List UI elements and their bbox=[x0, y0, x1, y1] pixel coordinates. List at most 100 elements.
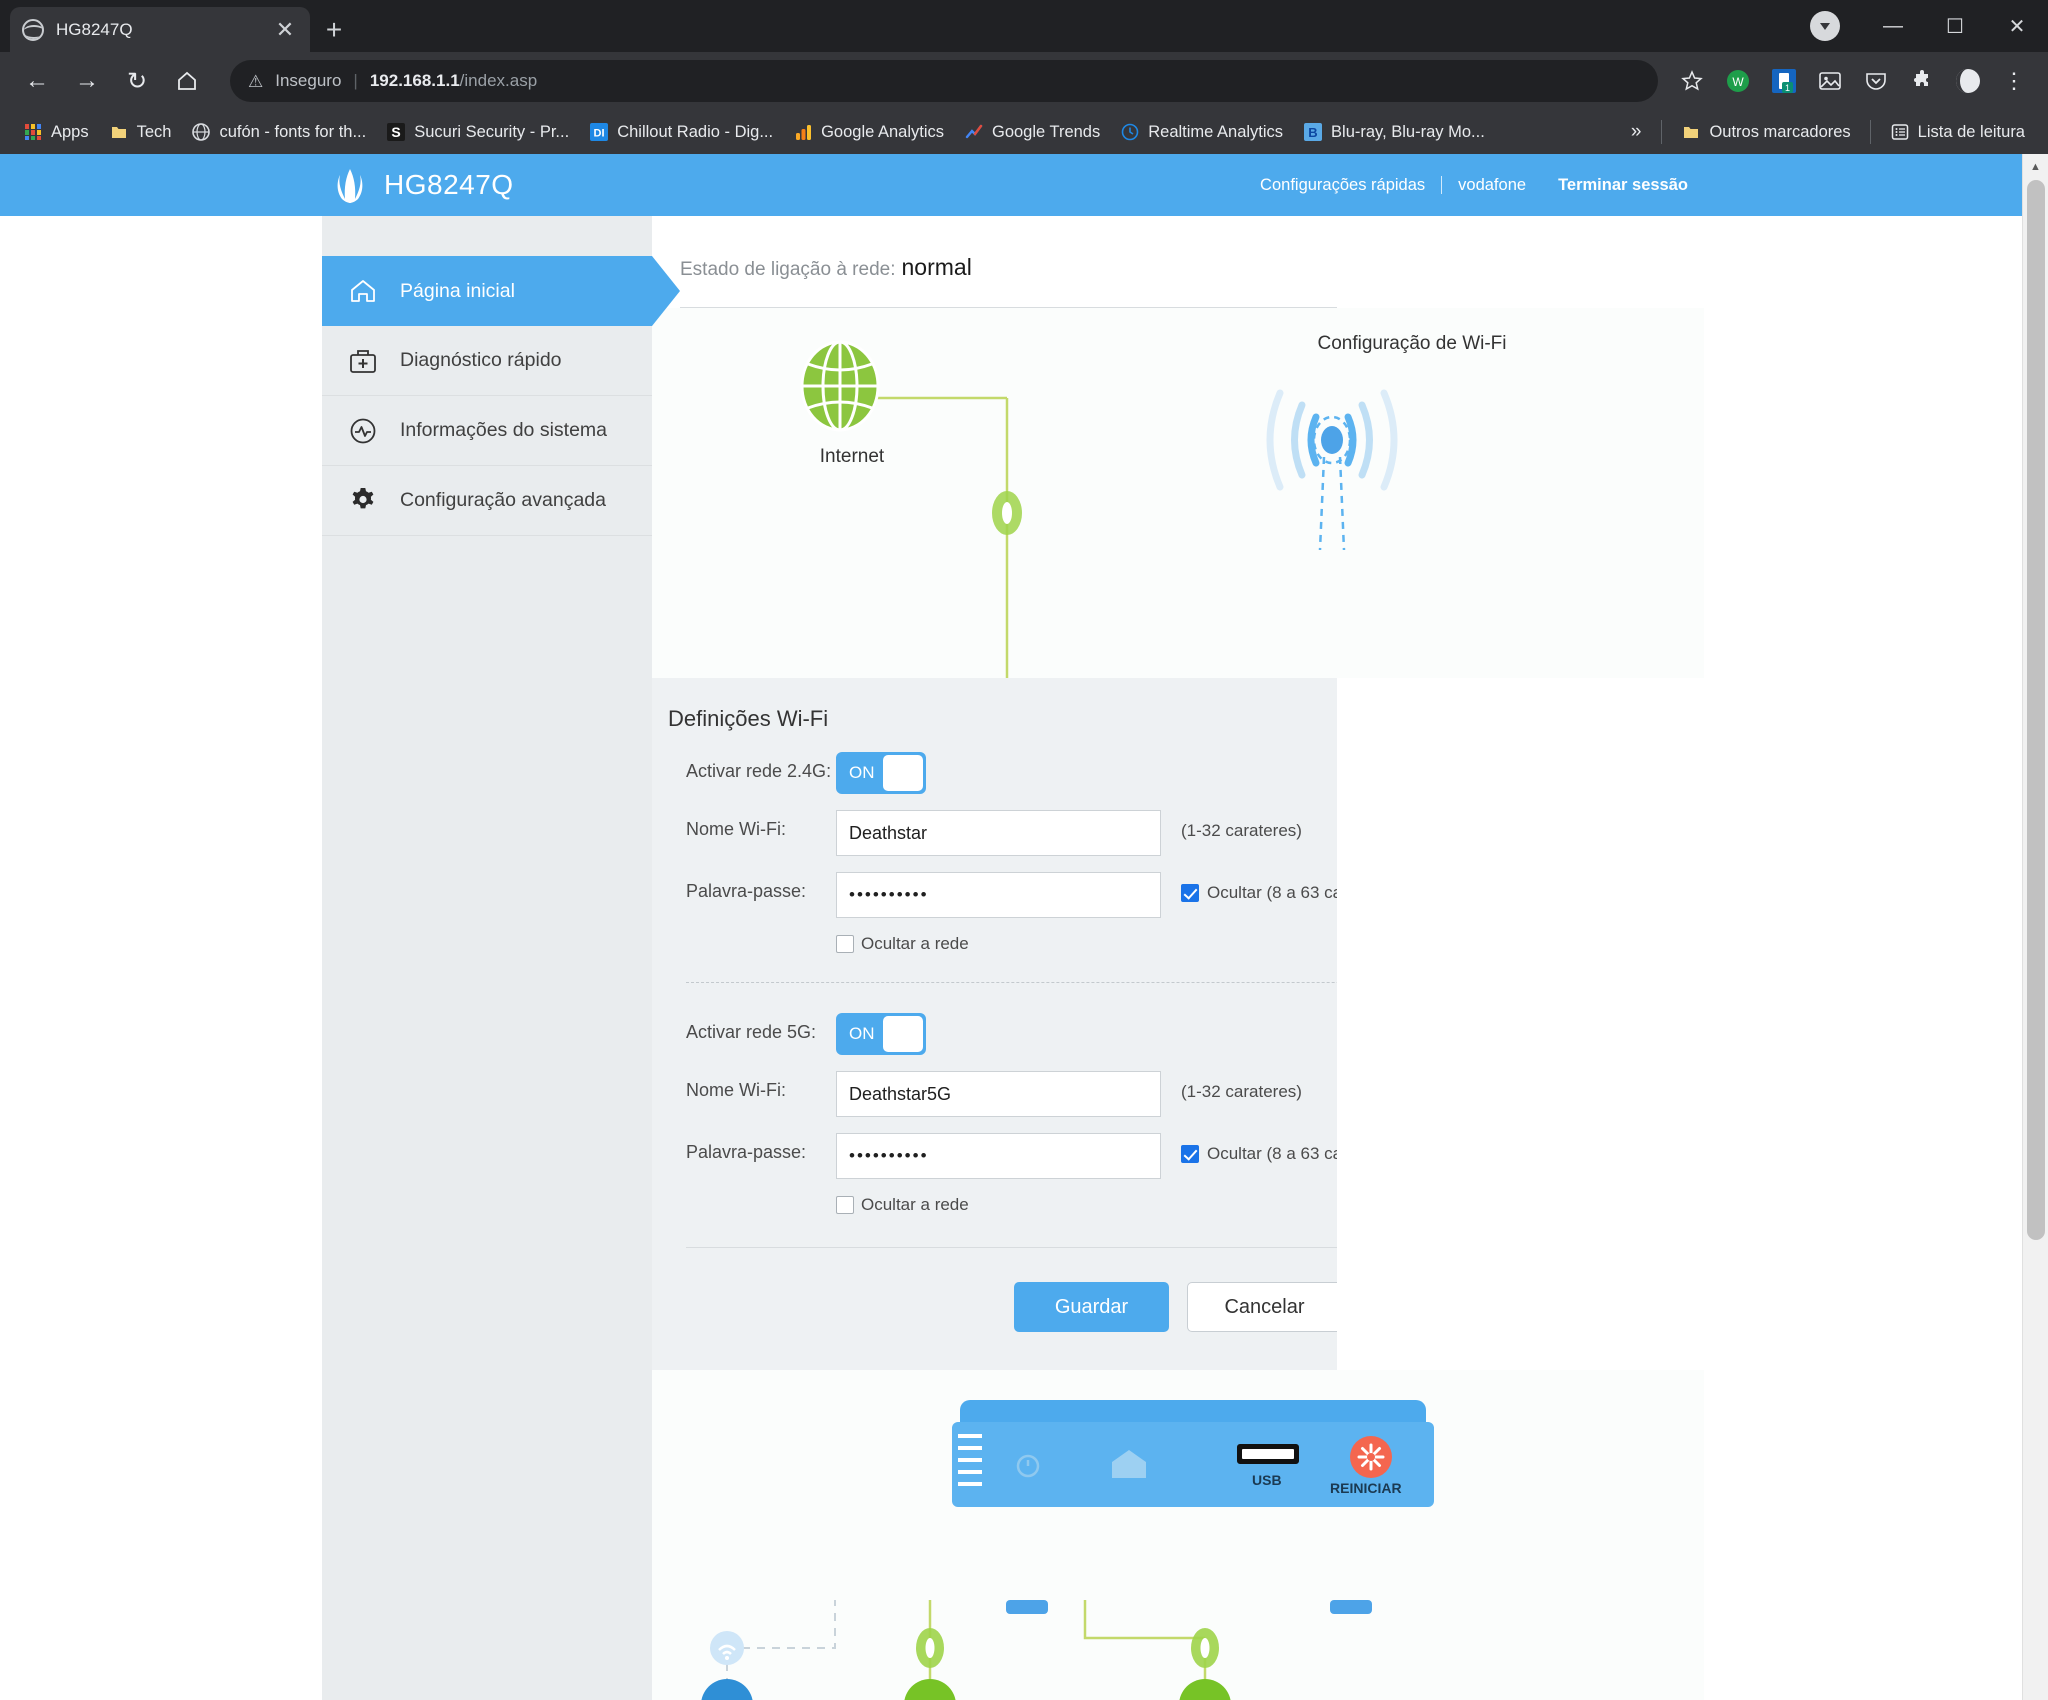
letter-s-icon: S bbox=[386, 122, 406, 142]
bookmarks-overflow-button[interactable]: » bbox=[1621, 117, 1652, 147]
usb-label: USB bbox=[1252, 1472, 1282, 1488]
network-topology-diagram: Internet Configuração de Wi-Fi bbox=[652, 308, 1704, 678]
back-icon[interactable]: ← bbox=[14, 58, 60, 104]
bookmarks-divider-2 bbox=[1869, 120, 1871, 144]
ssid-24g-hint: (1-32 carateres) bbox=[1181, 821, 1302, 840]
sidebar-item-label: Configuração avançada bbox=[400, 489, 606, 511]
tab-title: HG8247Q bbox=[56, 19, 133, 39]
security-label: Inseguro bbox=[275, 71, 342, 90]
bookmark-bluray[interactable]: B Blu-ray, Blu-ray Mo... bbox=[1294, 117, 1494, 147]
password-5g-input[interactable] bbox=[836, 1133, 1161, 1179]
folder-icon bbox=[1681, 122, 1701, 142]
download-indicator-icon[interactable] bbox=[1810, 11, 1840, 41]
pulse-circle-icon bbox=[346, 414, 380, 448]
url-host: 192.168.1.1 bbox=[369, 71, 460, 90]
address-bar[interactable]: ⚠ Inseguro | 192.168.1.1/index.asp bbox=[230, 60, 1658, 102]
router-brand-text: HG8247Q bbox=[384, 169, 514, 200]
new-tab-button[interactable]: + bbox=[310, 7, 358, 52]
sidebar-item-advanced-config[interactable]: Configuração avançada bbox=[322, 466, 652, 536]
globe-icon bbox=[191, 122, 211, 142]
page-scrollbar[interactable]: ▲ bbox=[2022, 154, 2048, 1700]
minimize-button[interactable]: — bbox=[1862, 0, 1924, 52]
hide-password-24g-checkbox[interactable] bbox=[1181, 884, 1199, 902]
enable-5g-toggle[interactable]: ON bbox=[836, 1013, 926, 1055]
sidebar-item-system-info[interactable]: Informações do sistema bbox=[322, 396, 652, 466]
bookmark-google-analytics[interactable]: Google Analytics bbox=[784, 117, 953, 147]
bookmark-sucuri[interactable]: S Sucuri Security - Pr... bbox=[377, 117, 578, 147]
sidebar-item-quick-diagnosis[interactable]: Diagnóstico rápido bbox=[322, 326, 652, 396]
cancel-button[interactable]: Cancelar bbox=[1187, 1282, 1342, 1332]
enable-24g-label: Activar rede 2.4G: bbox=[686, 761, 832, 781]
save-button[interactable]: Guardar bbox=[1014, 1282, 1169, 1332]
bookmark-apps[interactable]: Apps bbox=[14, 117, 98, 147]
bookmark-label: Sucuri Security - Pr... bbox=[414, 122, 570, 141]
bookmark-label: Google Trends bbox=[992, 122, 1101, 141]
close-icon[interactable]: ✕ bbox=[272, 18, 298, 41]
globe-green-icon bbox=[792, 338, 912, 434]
client-devices-diagram bbox=[701, 1600, 1372, 1700]
internet-node: Internet bbox=[792, 338, 912, 468]
sidebar-item-label: Diagnóstico rápido bbox=[400, 349, 562, 371]
image-icon[interactable] bbox=[1810, 61, 1850, 101]
password-24g-input[interactable] bbox=[836, 872, 1161, 918]
warning-triangle-icon: ⚠ bbox=[248, 71, 264, 91]
first-aid-kit-icon bbox=[346, 344, 380, 378]
router-device-illustration: USB REINICIAR bbox=[952, 1400, 1434, 1507]
extension-green-icon[interactable]: W bbox=[1718, 61, 1758, 101]
extensions-puzzle-icon[interactable] bbox=[1902, 61, 1942, 101]
enable-5g-label: Activar rede 5G: bbox=[686, 1022, 817, 1042]
forward-icon[interactable]: → bbox=[64, 58, 110, 104]
extension-blue-icon[interactable]: 1 bbox=[1764, 61, 1804, 101]
page-viewport: HG8247Q Configurações rápidas vodafone T… bbox=[0, 154, 2048, 1700]
reading-list-button[interactable]: Lista de leitura bbox=[1881, 117, 2034, 147]
pocket-icon[interactable] bbox=[1856, 61, 1896, 101]
bookmark-realtime-analytics[interactable]: Realtime Analytics bbox=[1111, 117, 1292, 147]
svg-text:W: W bbox=[1732, 75, 1744, 89]
profile-avatar-icon[interactable] bbox=[1948, 61, 1988, 101]
browser-tab[interactable]: HG8247Q ✕ bbox=[10, 7, 310, 52]
letter-b-icon: B bbox=[1303, 122, 1323, 142]
svg-text:1: 1 bbox=[1785, 83, 1790, 93]
url-text: 192.168.1.1/index.asp bbox=[370, 71, 537, 91]
wifi-config-label: Configuração de Wi-Fi bbox=[1317, 333, 1507, 354]
router-header: HG8247Q Configurações rápidas vodafone T… bbox=[0, 154, 2022, 216]
bookmarks-bar: Apps Tech cufón - fonts for th... S Sucu… bbox=[0, 110, 2048, 154]
router-top-shell bbox=[960, 1400, 1426, 1422]
home-icon[interactable] bbox=[164, 58, 210, 104]
ssid-24g-label: Nome Wi-Fi: bbox=[686, 819, 786, 839]
hide-network-5g-checkbox[interactable] bbox=[836, 1196, 854, 1214]
other-bookmarks-button[interactable]: Outros marcadores bbox=[1672, 117, 1859, 147]
nav-quick-settings[interactable]: Configurações rápidas bbox=[1244, 176, 1441, 195]
scroll-up-arrow-icon[interactable]: ▲ bbox=[2023, 154, 2048, 180]
maximize-button[interactable]: ☐ bbox=[1924, 0, 1986, 52]
window-close-button[interactable]: ✕ bbox=[1986, 0, 2048, 52]
browser-menu-icon[interactable]: ⋮ bbox=[1994, 61, 2034, 101]
nav-logout[interactable]: Terminar sessão bbox=[1542, 176, 1704, 195]
bookmark-google-trends[interactable]: Google Trends bbox=[955, 117, 1109, 147]
reload-icon[interactable]: ↻ bbox=[114, 58, 160, 104]
bookmark-label: Blu-ray, Blu-ray Mo... bbox=[1331, 122, 1485, 141]
hide-network-24g-checkbox[interactable] bbox=[836, 935, 854, 953]
ssid-24g-input[interactable] bbox=[836, 810, 1161, 856]
nav-vodafone[interactable]: vodafone bbox=[1442, 176, 1542, 195]
bar-chart-icon bbox=[793, 122, 813, 142]
bookmark-star-icon[interactable] bbox=[1672, 61, 1712, 101]
bookmark-chillout-radio[interactable]: DI Chillout Radio - Dig... bbox=[580, 117, 782, 147]
sidebar-item-label: Página inicial bbox=[400, 279, 515, 302]
browser-toolbar: ← → ↻ ⚠ Inseguro | 192.168.1.1/index.asp… bbox=[0, 52, 2048, 110]
sidebar-item-home[interactable]: Página inicial bbox=[322, 256, 680, 326]
bookmark-cufon[interactable]: cufón - fonts for th... bbox=[182, 117, 375, 147]
bookmark-tech[interactable]: Tech bbox=[100, 117, 181, 147]
ssid-5g-input[interactable] bbox=[836, 1071, 1161, 1117]
hide-password-5g-checkbox[interactable] bbox=[1181, 1145, 1199, 1163]
toggle-knob bbox=[883, 1016, 923, 1052]
gear-icon bbox=[346, 484, 380, 518]
enable-24g-toggle[interactable]: ON bbox=[836, 752, 926, 794]
reset-button-icon[interactable] bbox=[1350, 1436, 1392, 1478]
url-path: /index.asp bbox=[459, 71, 538, 90]
bookmarks-right-group: » Outros marcadores Lista de leitura bbox=[1621, 117, 2034, 147]
trend-line-icon bbox=[964, 122, 984, 142]
bookmark-label: Google Analytics bbox=[821, 122, 944, 141]
scrollbar-thumb[interactable] bbox=[2027, 180, 2045, 1240]
tab-strip: HG8247Q ✕ + — ☐ ✕ bbox=[0, 0, 2048, 52]
